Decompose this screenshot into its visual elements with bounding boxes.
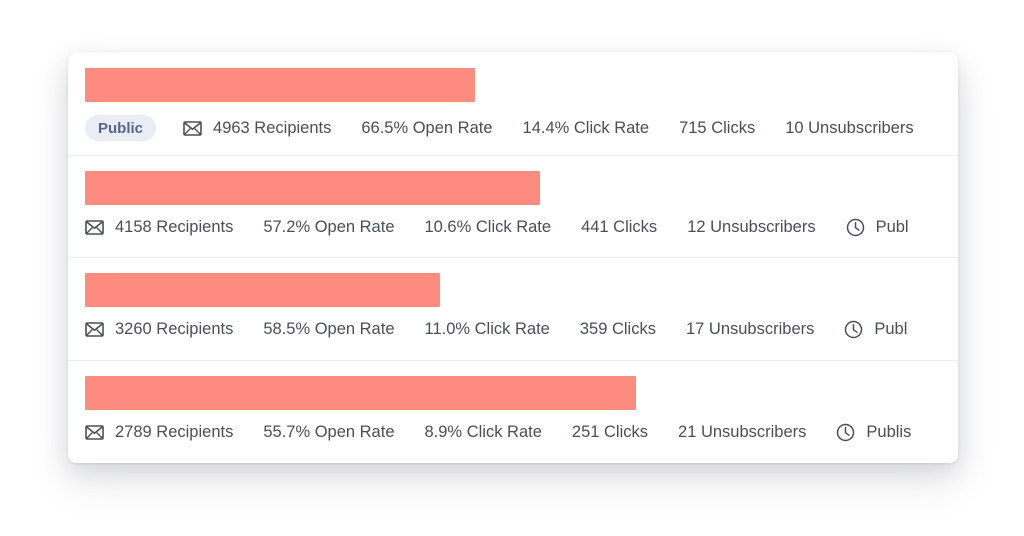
campaign-row[interactable]: 4158 Recipients 57.2% Open Rate 10.6% Clic…: [68, 154, 958, 258]
campaign-row[interactable]: Public 4963 Recipients 66.5% Open Rate 14.4…: [68, 52, 958, 155]
campaign-bar: [85, 273, 440, 307]
stat-unsubscribers-label: 17 Unsubscribers: [685, 320, 815, 338]
campaign-stats-row: Public 4963 Recipients 66.5% Open Rate 14.4…: [85, 115, 958, 141]
stat-unsubscribers: 12 Unsubscribers: [687, 218, 815, 237]
stat-click-rate-label: 8.9% Click Rate: [424, 422, 542, 441]
stat-clicks: 251 Clicks: [572, 423, 648, 442]
stat-recipients: 3260 Recipients: [85, 320, 233, 339]
envelope-icon: [85, 322, 104, 337]
stat-open-rate: 66.5% Open Rate: [361, 119, 492, 138]
screenshot-root: Public 4963 Recipients 66.5% Open Rate 14.4…: [0, 0, 1024, 536]
bar-track: [85, 170, 958, 205]
stat-unsubscribers: 17 Unsubscribers: [686, 320, 814, 339]
campaign-stats-row: 3260 Recipients 58.5% Open Rate 11.0% Clic…: [85, 320, 958, 339]
stat-unsubscribers-label: 10 Unsubscribers: [785, 118, 914, 137]
stat-unsubscribers-label: 21 Unsubscribers: [678, 422, 807, 441]
stat-click-rate: 8.9% Click Rate: [425, 423, 542, 442]
bar-track: [85, 68, 958, 102]
bar-track: [85, 375, 958, 410]
stat-clicks-label: 441 Clicks: [581, 217, 658, 236]
stat-click-rate-label: 11.0% Click Rate: [424, 320, 550, 338]
stat-recipients: 2789 Recipients: [85, 423, 233, 442]
bar-track: [85, 273, 958, 307]
stat-click-rate-label: 14.4% Click Rate: [522, 118, 650, 137]
stat-clicks-label: 251 Clicks: [571, 422, 649, 441]
stat-unsubscribers: 10 Unsubscribers: [785, 119, 913, 138]
campaign-row[interactable]: 3260 Recipients 58.5% Open Rate 11.0% Clic…: [68, 257, 958, 360]
clock-icon: [844, 320, 863, 339]
stat-published-label: Publ: [875, 217, 909, 236]
stat-published: Publ: [846, 218, 909, 237]
stat-clicks-label: 715 Clicks: [679, 118, 756, 137]
campaign-bar: [85, 170, 540, 205]
stat-open-rate-label: 57.2% Open Rate: [263, 217, 395, 236]
stat-click-rate-label: 10.6% Click Rate: [424, 217, 552, 236]
campaign-row[interactable]: 2789 Recipients 55.7% Open Rate 8.9% Click…: [68, 359, 958, 463]
stat-recipients-label: 3260 Recipients: [115, 320, 234, 338]
campaign-bar: [85, 68, 475, 102]
stat-open-rate: 58.5% Open Rate: [263, 320, 394, 339]
stat-recipients: 4158 Recipients: [85, 218, 233, 237]
stat-clicks-label: 359 Clicks: [579, 320, 656, 338]
campaign-stats-card: Public 4963 Recipients 66.5% Open Rate 14.4…: [68, 52, 958, 463]
stat-clicks: 441 Clicks: [581, 218, 657, 237]
stat-clicks: 715 Clicks: [679, 119, 755, 138]
stat-published: Publ: [844, 320, 907, 339]
stat-clicks: 359 Clicks: [580, 320, 656, 339]
campaign-bar: [85, 375, 636, 410]
stat-published-label: Publis: [866, 422, 912, 441]
envelope-icon: [183, 120, 202, 136]
clock-icon: [836, 423, 855, 442]
stat-recipients-label: 2789 Recipients: [115, 422, 234, 441]
stat-open-rate-label: 66.5% Open Rate: [361, 118, 493, 137]
stat-click-rate: 14.4% Click Rate: [523, 119, 650, 138]
stat-unsubscribers: 21 Unsubscribers: [678, 423, 806, 442]
stat-open-rate-label: 58.5% Open Rate: [263, 320, 395, 338]
campaign-stats-row: 4158 Recipients 57.2% Open Rate 10.6% Clic…: [85, 218, 958, 237]
visibility-badge[interactable]: Public: [85, 115, 157, 141]
envelope-icon: [85, 219, 104, 235]
stat-unsubscribers-label: 12 Unsubscribers: [687, 217, 816, 236]
stat-click-rate: 10.6% Click Rate: [425, 218, 552, 237]
stat-open-rate: 55.7% Open Rate: [263, 423, 394, 442]
campaign-stats-row: 2789 Recipients 55.7% Open Rate 8.9% Click…: [85, 423, 958, 442]
campaign-row-list: Public 4963 Recipients 66.5% Open Rate 14.4…: [68, 52, 958, 462]
envelope-icon: [85, 424, 104, 440]
stat-open-rate: 57.2% Open Rate: [263, 218, 394, 237]
stat-click-rate: 11.0% Click Rate: [425, 320, 550, 339]
stat-recipients-label: 4963 Recipients: [213, 118, 332, 137]
stat-published-label: Publ: [874, 320, 908, 338]
stat-published: Publis: [836, 423, 911, 442]
clock-icon: [846, 218, 865, 237]
stat-open-rate-label: 55.7% Open Rate: [263, 422, 395, 441]
stat-recipients-label: 4158 Recipients: [115, 217, 234, 236]
stat-recipients: 4963 Recipients: [183, 119, 331, 138]
